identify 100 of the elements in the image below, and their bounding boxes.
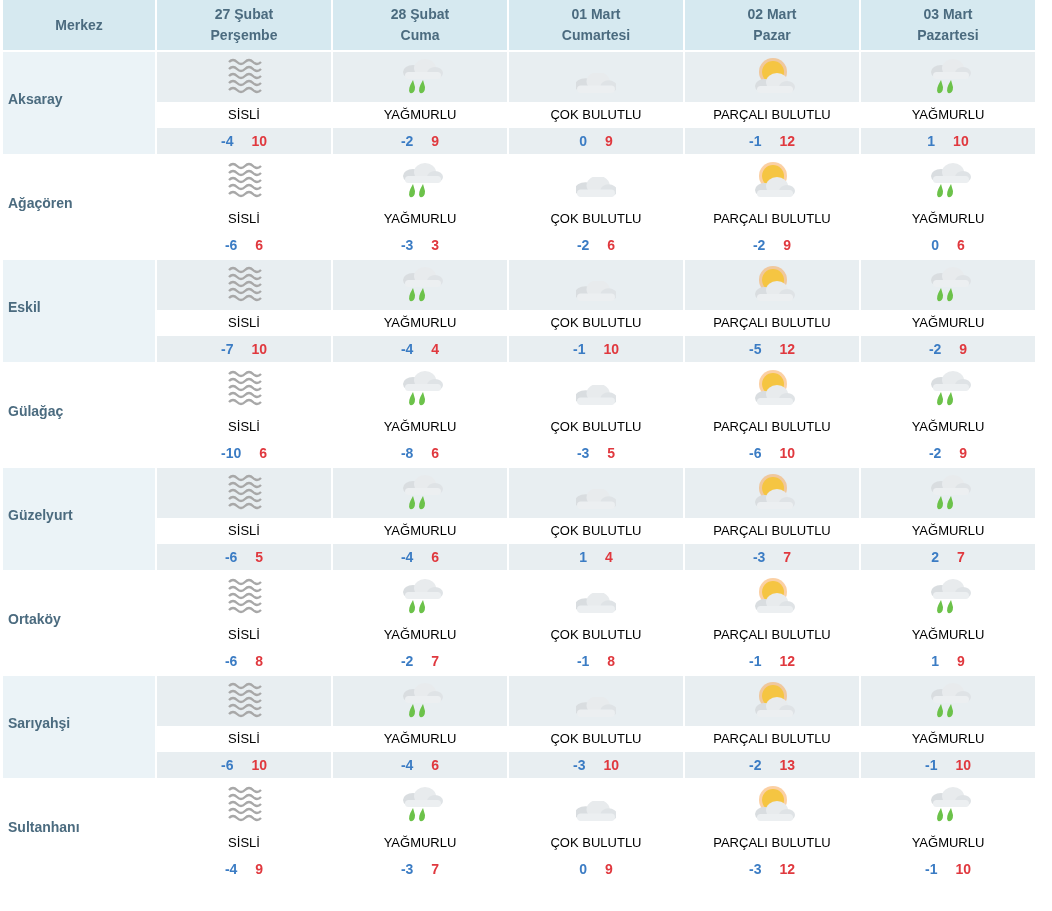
- low-temperature: -2: [928, 443, 942, 463]
- low-temperature: -4: [224, 859, 238, 879]
- low-temperature: -3: [400, 235, 414, 255]
- condition-label: ÇOK BULUTLU: [550, 418, 642, 437]
- condition-label: YAĞMURLU: [911, 626, 985, 645]
- high-temperature: 10: [953, 131, 969, 151]
- low-temperature: -1: [749, 651, 762, 671]
- high-temperature: 10: [603, 339, 619, 359]
- low-temperature: -1: [749, 131, 762, 151]
- cloud-icon: [576, 385, 616, 407]
- low-temperature: 2: [931, 547, 939, 567]
- district-name: Eskil: [8, 297, 41, 317]
- condition-label: YAĞMURLU: [911, 418, 985, 437]
- low-temperature: -6: [224, 651, 238, 671]
- low-temperature: -3: [400, 859, 414, 879]
- low-temperature: -4: [400, 755, 414, 775]
- high-temperature: 9: [255, 859, 264, 879]
- low-temperature: -3: [576, 443, 590, 463]
- low-temperature: -1: [925, 859, 938, 879]
- high-temperature: 10: [251, 339, 267, 359]
- low-temperature: -4: [400, 547, 414, 567]
- date-heading: 03 Mart: [923, 5, 973, 24]
- cloud-icon: [576, 177, 616, 199]
- condition-label: YAĞMURLU: [383, 834, 457, 853]
- high-temperature: 4: [431, 339, 440, 359]
- condition-label: YAĞMURLU: [383, 626, 457, 645]
- high-temperature: 7: [957, 547, 965, 567]
- low-temperature: -4: [221, 131, 234, 151]
- condition-label: PARÇALI BULUTLU: [713, 106, 831, 125]
- condition-label: YAĞMURLU: [911, 730, 985, 749]
- date-heading: 28 Şubat: [390, 5, 450, 24]
- condition-label: SİSLİ: [228, 522, 260, 541]
- low-temperature: -4: [400, 339, 414, 359]
- low-temperature: -2: [400, 651, 414, 671]
- cloud-icon: [576, 593, 616, 615]
- high-temperature: 12: [779, 131, 795, 151]
- high-temperature: 8: [255, 651, 264, 671]
- district-name: Sarıyahşi: [8, 713, 71, 733]
- low-temperature: -8: [400, 443, 414, 463]
- high-temperature: 10: [955, 755, 971, 775]
- high-temperature: 10: [779, 443, 795, 463]
- high-temperature: 3: [431, 235, 440, 255]
- district-name: Gülağaç: [8, 401, 64, 421]
- low-temperature: 0: [579, 131, 587, 151]
- low-temperature: -7: [221, 339, 234, 359]
- high-temperature: 8: [607, 651, 616, 671]
- low-temperature: -3: [749, 859, 762, 879]
- low-temperature: -5: [749, 339, 762, 359]
- high-temperature: 6: [259, 443, 267, 463]
- district-name: Güzelyurt: [8, 505, 73, 525]
- low-temperature: -2: [928, 339, 942, 359]
- condition-label: SİSLİ: [228, 418, 260, 437]
- date-heading: 02 Mart: [747, 5, 797, 24]
- high-temperature: 7: [431, 651, 440, 671]
- condition-label: SİSLİ: [228, 626, 260, 645]
- condition-label: YAĞMURLU: [911, 314, 985, 333]
- high-temperature: 10: [251, 755, 267, 775]
- condition-label: YAĞMURLU: [911, 522, 985, 541]
- high-temperature: 6: [431, 755, 440, 775]
- low-temperature: -2: [752, 235, 766, 255]
- low-temperature: -1: [925, 755, 938, 775]
- condition-label: ÇOK BULUTLU: [550, 834, 642, 853]
- low-temperature: -6: [749, 443, 762, 463]
- high-temperature: 10: [603, 755, 619, 775]
- condition-label: YAĞMURLU: [911, 834, 985, 853]
- low-temperature: -1: [573, 339, 586, 359]
- high-temperature: 6: [957, 235, 965, 255]
- date-heading: 27 Şubat: [214, 5, 274, 24]
- condition-label: SİSLİ: [228, 834, 260, 853]
- condition-label: PARÇALI BULUTLU: [713, 210, 831, 229]
- high-temperature: 10: [955, 859, 971, 879]
- high-temperature: 4: [605, 547, 613, 567]
- low-temperature: -10: [221, 443, 242, 463]
- high-temperature: 13: [779, 755, 795, 775]
- high-temperature: 9: [605, 859, 613, 879]
- condition-label: ÇOK BULUTLU: [550, 106, 642, 125]
- condition-label: PARÇALI BULUTLU: [713, 418, 831, 437]
- condition-label: YAĞMURLU: [383, 210, 457, 229]
- low-temperature: 1: [579, 547, 587, 567]
- high-temperature: 7: [431, 859, 440, 879]
- low-temperature: 1: [927, 131, 936, 151]
- condition-label: PARÇALI BULUTLU: [713, 626, 831, 645]
- high-temperature: 9: [957, 651, 965, 671]
- condition-label: YAĞMURLU: [911, 210, 985, 229]
- low-temperature: 1: [931, 651, 939, 671]
- high-temperature: 9: [783, 235, 792, 255]
- high-temperature: 5: [255, 547, 264, 567]
- high-temperature: 7: [783, 547, 792, 567]
- cloud-icon: [576, 801, 616, 823]
- low-temperature: -6: [221, 755, 234, 775]
- condition-label: YAĞMURLU: [383, 314, 457, 333]
- condition-label: YAĞMURLU: [911, 106, 985, 125]
- date-heading: 01 Mart: [571, 5, 621, 24]
- condition-label: PARÇALI BULUTLU: [713, 834, 831, 853]
- weekday-heading: Pazartesi: [917, 26, 979, 45]
- weekday-heading: Cumartesi: [561, 26, 631, 45]
- high-temperature: 6: [431, 443, 440, 463]
- low-temperature: -3: [752, 547, 766, 567]
- high-temperature: 9: [959, 443, 968, 463]
- weekday-heading: Cuma: [400, 26, 440, 45]
